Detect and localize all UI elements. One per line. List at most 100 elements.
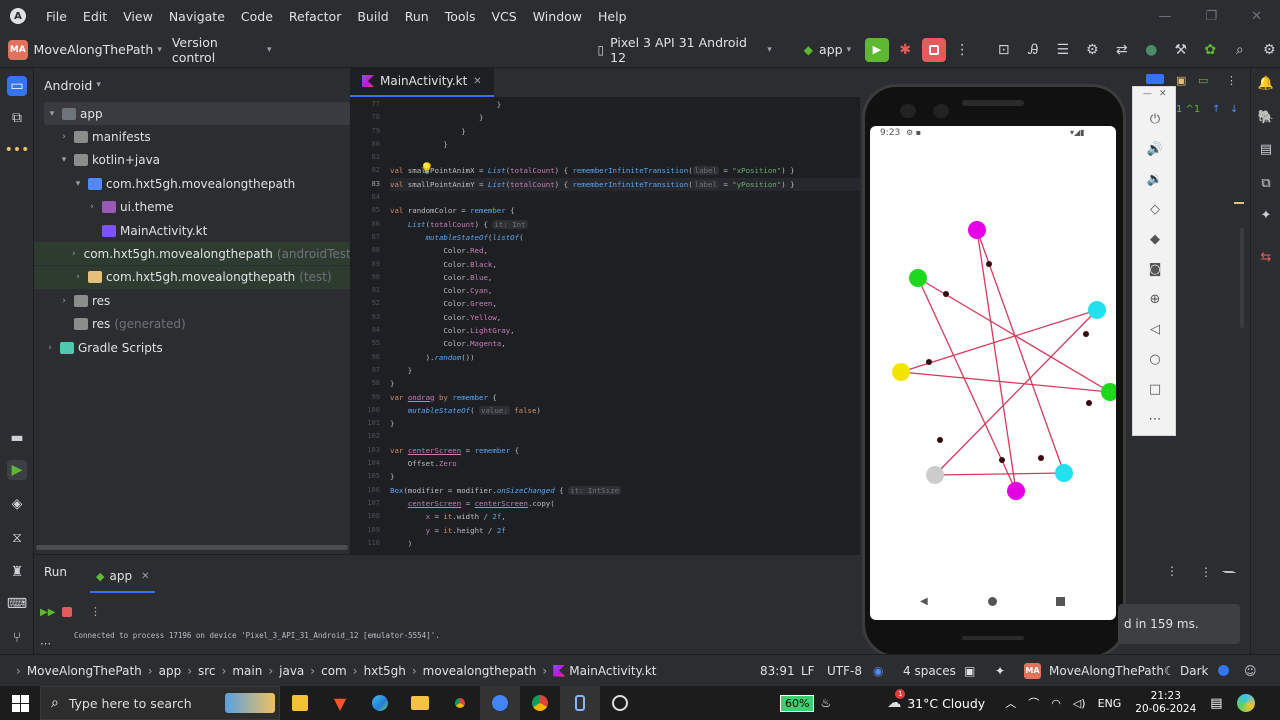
breadcrumb-item[interactable]: MainActivity.kt [569, 664, 656, 678]
more-horizontal-icon[interactable]: ⋯ [1145, 409, 1165, 429]
tree-item[interactable]: ▾ app [44, 102, 350, 125]
sync-icon[interactable]: ⇄ [1111, 39, 1133, 61]
chevron-right-icon[interactable]: › [44, 343, 56, 353]
windows-start-icon[interactable] [0, 686, 40, 720]
structure-tool-icon[interactable]: ⧉ [7, 108, 27, 128]
tree-item[interactable]: › ui.theme [34, 196, 350, 219]
translate-icon[interactable]: Ꭿ [1023, 39, 1045, 61]
vertex-point[interactable] [1055, 464, 1073, 482]
back-icon[interactable]: ◁ [1145, 319, 1165, 339]
menu-help[interactable]: Help [590, 9, 635, 24]
menu-file[interactable]: File [38, 9, 75, 24]
search-icon[interactable]: ⌕ [1229, 39, 1251, 61]
gemini-sparkle-icon[interactable]: ✦ [1257, 206, 1275, 224]
tree-item[interactable]: ▾ kotlin+java [34, 149, 350, 172]
chevron-down-icon[interactable]: ▾ [72, 179, 84, 189]
tray-chevron-icon[interactable]: ︿ [1005, 695, 1016, 711]
chevron-right-icon[interactable]: › [86, 202, 98, 212]
ai-sparkle-icon[interactable]: ✦ [995, 664, 1005, 678]
battery-indicator[interactable]: 60% ♨ [780, 694, 831, 712]
chevron-down-icon[interactable]: ▾ [46, 109, 58, 119]
git-icon[interactable]: ⑂ [7, 628, 27, 648]
emulator-screen[interactable]: 9:23 ⚙ ▪ ▾◢▮ ◀ [870, 126, 1116, 620]
device-file-icon[interactable]: ▤ [1257, 140, 1275, 158]
folder-icon[interactable] [400, 686, 440, 720]
tree-item[interactable]: res (generated) [34, 313, 350, 336]
tree-item[interactable]: MainActivity.kt [34, 219, 350, 242]
vertex-point[interactable] [968, 221, 986, 239]
list-icon[interactable]: ☰ [1052, 39, 1074, 61]
breadcrumb-item[interactable]: main [232, 664, 262, 678]
maximize-button[interactable]: ❐ [1205, 9, 1217, 24]
more-tools-icon[interactable]: ••• [5, 140, 30, 160]
android-studio-taskbar-icon[interactable] [480, 686, 520, 720]
vertex-point[interactable] [909, 269, 927, 287]
app-inspection-icon[interactable]: ⧖ [7, 528, 27, 548]
indent-setting[interactable]: 4 spaces [903, 664, 956, 678]
menu-build[interactable]: Build [349, 9, 396, 24]
eye-icon[interactable]: ◉ [873, 664, 883, 678]
theme-name[interactable]: Dark [1180, 664, 1208, 678]
power-icon[interactable]: ⏻ [1145, 109, 1165, 129]
intention-bulb-icon[interactable]: 💡 [420, 162, 434, 175]
gemini-icon[interactable]: ✿ [1200, 39, 1222, 61]
speaker-icon[interactable]: ◁) [1073, 697, 1086, 710]
window-icon[interactable]: ▭ [1198, 74, 1208, 87]
chevron-down-icon[interactable]: ▾ [58, 155, 70, 165]
file-encoding[interactable]: UTF-8 [827, 664, 862, 678]
file-explorer-yellow-icon[interactable] [280, 686, 320, 720]
hide-panel-icon[interactable]: — [1222, 564, 1234, 578]
run-config-selector[interactable]: app [819, 42, 843, 57]
debug-icon[interactable]: ✱ [895, 39, 917, 61]
rerun-icon[interactable]: ▶▶ [40, 607, 55, 618]
back-nav-icon[interactable]: ◀ [920, 596, 928, 607]
menu-run[interactable]: Run [397, 9, 437, 24]
app-run-tab[interactable]: ◆ app ✕ [90, 561, 156, 593]
tree-item[interactable]: › Gradle Scripts [34, 336, 350, 359]
tab-main-activity[interactable]: MainActivity.kt ✕ [350, 67, 494, 97]
vertex-point[interactable] [926, 466, 944, 484]
project-name[interactable]: MoveAlongThePath [1049, 664, 1164, 678]
stop-button[interactable] [922, 37, 946, 62]
editor-scrollbar[interactable] [1240, 228, 1244, 328]
notification-center-icon[interactable]: ▤ [1210, 696, 1222, 711]
terminal-icon[interactable]: ⌨ [7, 594, 27, 614]
zoom-icon[interactable]: ⊕ [1145, 289, 1165, 309]
editor-config-icon[interactable]: ▣ [964, 664, 975, 678]
menu-vcs[interactable]: VCS [484, 9, 525, 24]
project-selector[interactable]: MoveAlongThePath [34, 42, 154, 57]
vertex-point[interactable] [1088, 301, 1106, 319]
warning-marker[interactable] [1234, 202, 1244, 204]
device-selector[interactable]: Pixel 3 API 31 Android 12 [610, 35, 763, 65]
menu-refactor[interactable]: Refactor [281, 9, 349, 24]
breadcrumb-item[interactable]: movealongthepath [423, 664, 537, 678]
gradle-elephant-icon[interactable]: 🐘 [1257, 108, 1275, 126]
rotate-right-icon[interactable]: ◆ [1145, 229, 1165, 249]
close-tab-icon[interactable]: ✕ [473, 76, 481, 87]
app-quality-icon[interactable]: ● [1141, 39, 1163, 61]
vertex-point[interactable] [1101, 383, 1116, 401]
device-manager-icon[interactable]: ⚙ [1082, 39, 1104, 61]
tree-item[interactable]: › res [34, 289, 350, 312]
gradle-gem-icon[interactable]: ◈ [7, 494, 27, 514]
chrome-icon[interactable] [440, 686, 480, 720]
language-indicator[interactable]: ENG [1098, 697, 1122, 710]
tree-item[interactable]: › com.hxt5gh.movealongthepath (test) [34, 265, 350, 289]
wifi-icon[interactable]: ◠ [1051, 697, 1061, 710]
phone-link-icon[interactable] [560, 686, 600, 720]
emulator-minimize-icon[interactable]: — [1143, 89, 1152, 99]
clock[interactable]: 21:23 20-06-2024 [1135, 690, 1196, 716]
device-mirror-icon[interactable]: ⇆ [1257, 248, 1275, 266]
menu-edit[interactable]: Edit [75, 9, 115, 24]
breadcrumb-item[interactable]: java [279, 664, 304, 678]
breadcrumb-item[interactable]: hxt5gh [364, 664, 406, 678]
menu-tools[interactable]: Tools [437, 9, 484, 24]
notifications-icon[interactable]: 🔔 [1257, 74, 1275, 92]
home-nav-icon[interactable] [988, 597, 997, 606]
weather-widget[interactable]: ☁ 1 31°C Cloudy [887, 689, 985, 711]
screenshot-icon[interactable]: ◙ [1145, 259, 1165, 279]
chevron-right-icon[interactable]: › [58, 296, 70, 306]
vertex-point[interactable] [1007, 482, 1025, 500]
vertex-point[interactable] [892, 363, 910, 381]
arrow-down-icon[interactable]: ↓ [1230, 104, 1238, 115]
